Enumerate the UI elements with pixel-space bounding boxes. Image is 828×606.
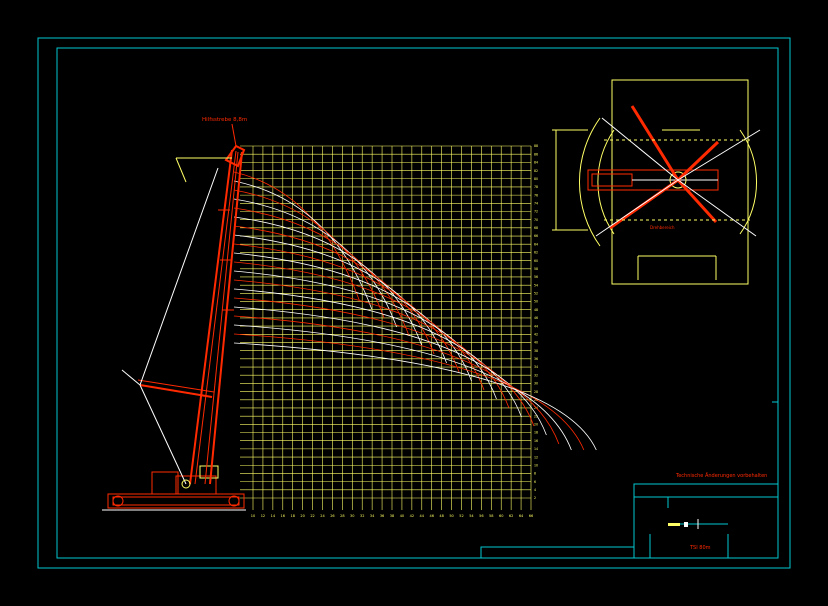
x-tick-label: 22	[310, 514, 314, 518]
x-tick-label: 56	[479, 514, 483, 518]
x-tick-label: 32	[360, 514, 364, 518]
x-tick-label: 14	[271, 514, 276, 518]
x-tick-label: 42	[410, 514, 414, 518]
x-tick-label: 38	[390, 514, 394, 518]
x-tick-label: 54	[469, 514, 474, 518]
y-tick-label: 74	[534, 202, 538, 206]
outrigger-front-left	[630, 105, 680, 181]
y-tick-label: 50	[534, 300, 538, 304]
x-tick-label: 64	[519, 514, 524, 518]
load-curves	[233, 171, 597, 451]
load-curve	[233, 270, 497, 400]
y-tick-label: 36	[534, 357, 538, 361]
y-tick-label: 40	[534, 341, 538, 345]
y-tick-label: 84	[534, 161, 538, 165]
y-tick-label: 60	[534, 259, 538, 263]
y-tick-label: 78	[534, 185, 538, 189]
y-tick-label: 76	[534, 193, 538, 197]
sheet-frame	[37, 37, 791, 569]
y-tick-label: 80	[534, 177, 538, 181]
crawler-track	[107, 493, 245, 509]
load-curve	[233, 324, 572, 451]
y-tick-label: 6	[534, 480, 536, 484]
x-tick-label: 36	[380, 514, 384, 518]
y-tick-label: 20	[534, 423, 538, 427]
x-tick-label: 62	[509, 514, 513, 518]
title-block-note: Technische Änderungen vorbehalten	[675, 472, 767, 479]
x-tick-label: 50	[449, 514, 453, 518]
y-tick-label: 34	[534, 365, 538, 369]
y-tick-label: 16	[534, 439, 538, 443]
x-tick-label: 60	[499, 514, 503, 518]
title-block-model: TSI 80m	[689, 545, 711, 551]
y-tick-label: 28	[534, 390, 538, 394]
x-tick-label: 30	[350, 514, 354, 518]
y-tick-label: 32	[534, 373, 538, 377]
outrigger-front-right	[676, 140, 720, 182]
y-tick-label: 4	[534, 488, 536, 492]
x-tick-label: 10	[251, 514, 255, 518]
y-tick-label: 8	[534, 472, 536, 476]
y-tick-label: 42	[534, 332, 538, 336]
y-tick-label: 18	[534, 431, 538, 435]
y-tick-label: 14	[534, 447, 538, 451]
y-tick-label: 30	[534, 382, 538, 386]
x-tick-label: 34	[370, 514, 375, 518]
cad-drawing-sheet: Technische Änderungen vorbehalten TSI 80…	[37, 37, 791, 569]
y-tick-label: 54	[534, 283, 538, 287]
y-tick-label: 70	[534, 218, 538, 222]
x-tick-label: 44	[420, 514, 425, 518]
load-curve	[233, 279, 510, 409]
x-tick-label: 26	[330, 514, 334, 518]
border-notch	[772, 401, 779, 484]
y-tick-label: 86	[534, 152, 538, 156]
outer-border	[37, 37, 791, 569]
load-curve	[233, 189, 385, 319]
y-tick-label: 64	[534, 242, 538, 246]
title-block-mark	[668, 523, 680, 526]
x-tick-label: 16	[281, 514, 285, 518]
y-tick-label: 10	[534, 463, 538, 467]
boom-label: Hilfsstrebe 8,8m	[202, 117, 247, 123]
y-tick-label: 44	[534, 324, 538, 328]
y-tick-label: 68	[534, 226, 538, 230]
y-tick-label: 46	[534, 316, 538, 320]
load-curve	[233, 288, 522, 418]
y-tick-label: 56	[534, 275, 538, 279]
load-chart-grid	[240, 145, 532, 510]
x-tick-label: 46	[429, 514, 433, 518]
y-tick-label: 52	[534, 292, 538, 296]
y-tick-label: 2	[534, 496, 536, 500]
x-tick-label: 48	[439, 514, 443, 518]
y-tick-label: 62	[534, 251, 538, 255]
x-tick-label: 18	[290, 514, 294, 518]
slew-label: Drehbereich	[650, 225, 675, 230]
y-tick-label: 58	[534, 267, 538, 271]
x-tick-label: 40	[400, 514, 404, 518]
y-tick-label: 88	[534, 144, 538, 148]
y-tick-label: 82	[534, 169, 538, 173]
y-tick-label: 12	[534, 455, 538, 459]
slewing-plan-view	[552, 79, 761, 285]
title-strip	[480, 546, 634, 558]
counterweight	[151, 471, 179, 495]
x-tick-label: 28	[340, 514, 344, 518]
x-tick-label: 12	[261, 514, 265, 518]
crane-side-view	[102, 144, 246, 511]
y-tick-label: 38	[534, 349, 538, 353]
x-tick-label: 24	[320, 514, 325, 518]
x-tick-label: 58	[489, 514, 493, 518]
y-tick-label: 48	[534, 308, 538, 312]
x-tick-label: 52	[459, 514, 463, 518]
y-tick-label: 72	[534, 210, 538, 214]
y-tick-label: 66	[534, 234, 538, 238]
outrigger-rear-right	[676, 178, 718, 224]
x-tick-label: 66	[529, 514, 533, 518]
x-tick-label: 20	[300, 514, 304, 518]
